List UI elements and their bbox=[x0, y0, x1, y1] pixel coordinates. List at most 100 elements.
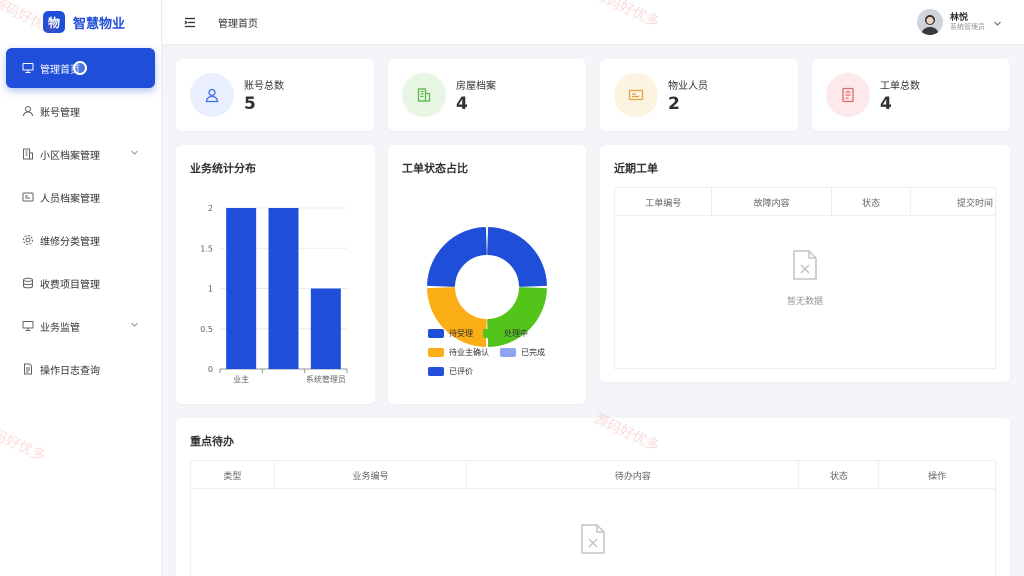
column-header[interactable]: 业务编号 bbox=[275, 461, 468, 489]
stat-card-houses: 房屋档案 4 bbox=[388, 59, 586, 131]
empty-text: 暂无数据 bbox=[786, 297, 823, 307]
legend-item[interactable]: 已完成 bbox=[500, 347, 545, 358]
id-card-icon bbox=[22, 191, 34, 203]
legend-label: 待业主确认 bbox=[449, 348, 489, 357]
column-header[interactable]: 待办内容 bbox=[467, 461, 800, 489]
id-card-icon bbox=[614, 73, 658, 117]
sidebar-item-community-archives[interactable]: 小区档案管理 bbox=[6, 134, 155, 174]
sidebar-item-operation-logs[interactable]: 操作日志查询 bbox=[6, 349, 155, 389]
legend-label: 已评价 bbox=[449, 367, 473, 376]
sidebar-item-personnel-archives[interactable]: 人员档案管理 bbox=[6, 177, 155, 217]
legend-swatch bbox=[428, 348, 444, 357]
sidebar-item-label: 收费项目管理 bbox=[40, 279, 100, 291]
sidebar-item-fee-items[interactable]: 收费项目管理 bbox=[6, 263, 155, 303]
empty-state bbox=[191, 524, 995, 558]
column-header[interactable]: 工单编号 bbox=[615, 188, 713, 216]
brand-logo: 物 bbox=[43, 11, 65, 33]
panel-title: 重点待办 bbox=[190, 435, 234, 448]
chevron-down-icon bbox=[993, 13, 1002, 32]
y-tick-label: 0.5 bbox=[200, 325, 213, 334]
monitor-icon bbox=[22, 320, 34, 332]
cursor-indicator bbox=[73, 61, 87, 75]
gear-icon bbox=[22, 234, 34, 246]
legend-item[interactable]: 待受理 bbox=[428, 328, 473, 339]
column-header[interactable]: 提交时间 bbox=[911, 188, 995, 216]
legend-item[interactable]: 待业主确认 bbox=[428, 347, 489, 358]
y-tick-label: 0 bbox=[208, 365, 213, 374]
todo-table-header: 类型 业务编号 待办内容 状态 操作 bbox=[190, 460, 996, 489]
watermark: 源码好优多 bbox=[0, 420, 48, 465]
chevron-down-icon bbox=[130, 148, 139, 160]
business-stats-panel: 业务统计分布 0 0.5 1 1.5 2 业主 系统管理员 bbox=[176, 145, 375, 404]
stat-label: 物业人员 bbox=[668, 81, 708, 92]
sidebar-item-label: 小区档案管理 bbox=[40, 150, 100, 162]
stat-value: 2 bbox=[668, 94, 680, 114]
document-icon bbox=[22, 363, 34, 375]
y-tick-label: 1 bbox=[208, 285, 213, 294]
user-menu[interactable]: 林悦 系统管理员 bbox=[917, 9, 1002, 35]
y-tick-label: 1.5 bbox=[200, 244, 213, 253]
building-icon bbox=[402, 73, 446, 117]
stat-label: 工单总数 bbox=[880, 81, 920, 92]
todo-table-body bbox=[190, 488, 996, 576]
breadcrumb[interactable]: 管理首页 bbox=[218, 15, 258, 30]
legend-swatch bbox=[500, 348, 516, 357]
bar bbox=[310, 288, 341, 369]
chevron-down-icon bbox=[130, 320, 139, 332]
legend-label: 已完成 bbox=[521, 348, 545, 357]
user-icon bbox=[190, 73, 234, 117]
recent-orders-panel: 近期工单 工单编号 故障内容 状态 提交时间 暂无数据 bbox=[600, 145, 1010, 382]
empty-file-icon bbox=[792, 250, 818, 284]
legend-swatch bbox=[483, 329, 499, 338]
sidebar-item-label: 人员档案管理 bbox=[40, 193, 100, 205]
sidebar-item-accounts[interactable]: 账号管理 bbox=[6, 91, 155, 131]
monitor-icon bbox=[22, 62, 34, 74]
sidebar-item-business-supervision[interactable]: 业务监管 bbox=[6, 306, 155, 346]
sidebar-item-label: 账号管理 bbox=[40, 107, 80, 119]
menu-fold-icon[interactable] bbox=[184, 16, 196, 28]
recent-orders-table-header: 工单编号 故障内容 状态 提交时间 bbox=[614, 187, 996, 216]
y-tick-label: 2 bbox=[208, 204, 213, 213]
user-icon bbox=[22, 105, 34, 117]
sidebar-menu: 管理首页 账号管理 小区档案管理 人员档案管理 维修分类管理 收费项目管理 业务… bbox=[0, 48, 161, 389]
column-header[interactable]: 状态 bbox=[832, 188, 912, 216]
legend-swatch bbox=[428, 367, 444, 376]
building-icon bbox=[22, 148, 34, 160]
bar bbox=[226, 208, 257, 369]
donut-slice bbox=[427, 227, 487, 287]
empty-state: 暂无数据 bbox=[615, 250, 995, 307]
panel-title: 近期工单 bbox=[614, 162, 658, 175]
stat-card-work-orders: 工单总数 4 bbox=[812, 59, 1010, 131]
top-header: 管理首页 林悦 系统管理员 bbox=[162, 0, 1024, 44]
stat-label: 账号总数 bbox=[244, 81, 284, 92]
column-header[interactable]: 状态 bbox=[799, 461, 880, 489]
legend-label: 待受理 bbox=[449, 329, 473, 338]
brand[interactable]: 物 智慧物业 bbox=[0, 0, 161, 44]
sidebar-item-label: 业务监管 bbox=[40, 322, 80, 334]
recent-orders-table-body: 暂无数据 bbox=[614, 215, 996, 369]
column-header[interactable]: 类型 bbox=[191, 461, 275, 489]
x-tick-label: 业主 bbox=[233, 374, 249, 384]
database-icon bbox=[22, 277, 34, 289]
legend-item[interactable]: 处理中 bbox=[483, 328, 528, 339]
sidebar-item-repair-categories[interactable]: 维修分类管理 bbox=[6, 220, 155, 260]
sidebar-item-label: 操作日志查询 bbox=[40, 365, 100, 377]
donut-chart bbox=[427, 227, 547, 347]
stat-value: 4 bbox=[880, 94, 892, 114]
stat-value: 5 bbox=[244, 94, 256, 114]
stat-label: 房屋档案 bbox=[456, 81, 496, 92]
user-role: 系统管理员 bbox=[950, 23, 985, 32]
legend-swatch bbox=[428, 329, 444, 338]
bar-chart: 0 0.5 1 1.5 2 业主 系统管理员 bbox=[200, 204, 348, 384]
stat-value: 4 bbox=[456, 94, 468, 114]
brand-name: 智慧物业 bbox=[73, 16, 126, 32]
sidebar-item-label: 维修分类管理 bbox=[40, 236, 100, 248]
user-name: 林悦 bbox=[950, 12, 969, 23]
legend-item[interactable]: 已评价 bbox=[428, 366, 473, 377]
x-tick-label: 系统管理员 bbox=[306, 374, 346, 384]
sidebar-item-dashboard[interactable]: 管理首页 bbox=[6, 48, 155, 88]
sidebar: 物 智慧物业 管理首页 账号管理 小区档案管理 人员档案管理 维修分类管理 收费… bbox=[0, 0, 162, 576]
column-header[interactable]: 操作 bbox=[879, 461, 995, 489]
legend-label: 处理中 bbox=[504, 329, 528, 338]
column-header[interactable]: 故障内容 bbox=[712, 188, 832, 216]
